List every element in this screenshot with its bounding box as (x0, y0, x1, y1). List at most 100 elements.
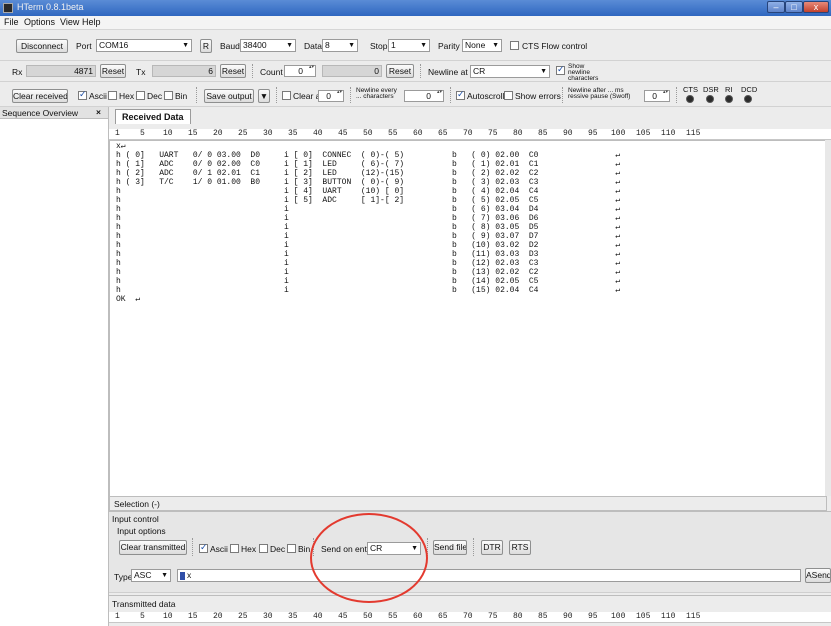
cts-label: CTS (683, 85, 698, 94)
stop-bits-select[interactable]: 1 ▼ (388, 39, 430, 52)
disconnect-button[interactable]: Disconnect (16, 39, 68, 53)
asend-button[interactable]: ASend (805, 568, 831, 583)
port-label: Port (76, 41, 92, 51)
dec-label: Dec (147, 91, 163, 101)
ruler-tick: 115 (686, 612, 701, 621)
clear-transmitted-button[interactable]: Clear transmitted (119, 540, 187, 555)
ruler-tick: 100 (611, 612, 626, 621)
maximize-button[interactable]: □ (785, 1, 803, 13)
clear-at-checkbox[interactable] (282, 91, 291, 100)
input-dec-checkbox[interactable] (259, 544, 268, 553)
received-scrollbar[interactable] (825, 140, 831, 496)
menu-help[interactable]: Help (82, 17, 101, 27)
autoscroll-checkbox[interactable] (456, 89, 465, 100)
input-ascii-label: Ascii (210, 544, 228, 554)
show-newline-checkbox[interactable] (556, 64, 565, 75)
received-line: OK ↵ (116, 295, 141, 304)
send-input[interactable]: x (177, 569, 801, 582)
received-line: x↵ (116, 142, 126, 151)
rts-button[interactable]: RTS (509, 540, 531, 555)
ruler-tick: 55 (388, 129, 398, 138)
menu-file[interactable]: File (4, 17, 19, 27)
separator (473, 538, 475, 556)
received-line: h i b (12) 02.03 C3 ↵ (116, 259, 621, 268)
input-hex-checkbox[interactable] (230, 544, 239, 553)
ruler-tick: 50 (363, 612, 373, 621)
received-line: h i b (15) 02.04 C4 ↵ (116, 286, 621, 295)
ruler-tick: 95 (588, 612, 598, 621)
menu-view[interactable]: View (60, 17, 79, 27)
bin-checkbox[interactable] (164, 91, 173, 100)
ascii-checkbox[interactable] (78, 89, 87, 100)
ruler-tick: 110 (661, 129, 676, 138)
close-icon[interactable]: × (96, 107, 101, 117)
ruler-tick: 1 (115, 129, 120, 138)
received-line: h i b ( 6) 03.04 D4 ↵ (116, 205, 621, 214)
chevron-down-icon: ▼ (420, 42, 427, 49)
send-file-button[interactable]: Send file (433, 540, 467, 555)
ruler-tick: 30 (263, 129, 273, 138)
save-output-menu-button[interactable]: ▼ (258, 89, 270, 103)
refresh-ports-button[interactable]: R (200, 39, 212, 53)
input-bin-label: Bin (298, 544, 311, 554)
chevron-down-icon: ▼ (259, 91, 269, 101)
ruler-tick: 85 (538, 612, 548, 621)
newline-after-spinner[interactable]: 0 (644, 90, 670, 102)
separator (676, 87, 678, 103)
baud-label: Baud (220, 41, 240, 51)
ruler-tick: 15 (188, 612, 198, 621)
minimize-button[interactable]: – (767, 1, 785, 13)
ruler-tick: 105 (636, 129, 651, 138)
close-button[interactable]: x (803, 1, 829, 13)
received-line: h ( 1] ADC 0/ 0 02.00 C0 i [ 1] LED ( 6)… (116, 160, 621, 169)
clear-at-spinner[interactable]: 0 (318, 90, 344, 102)
count-spinner[interactable]: 0 (284, 65, 316, 77)
ruler-tick: 10 (163, 129, 173, 138)
ruler-tick: 25 (238, 129, 248, 138)
ruler-tick: 85 (538, 129, 548, 138)
clear-received-button[interactable]: Clear received (12, 89, 68, 103)
port-select[interactable]: COM16 ▼ (96, 39, 192, 52)
cts-flow-checkbox[interactable] (510, 41, 519, 50)
counters-bar: Rx 4871 Reset Tx 6 Reset Count 0 0 Reset… (0, 61, 831, 82)
received-line: h ( 2] ADC 0/ 1 02.01 C1 i [ 2] LED (12)… (116, 169, 621, 178)
ruler-tick: 90 (563, 612, 573, 621)
ruler-tick: 5 (140, 612, 145, 621)
input-ascii-checkbox[interactable] (199, 542, 208, 553)
save-output-button[interactable]: Save output (204, 89, 254, 103)
dec-checkbox[interactable] (136, 91, 145, 100)
data-bits-select[interactable]: 8 ▼ (322, 39, 358, 52)
ri-label: RI (725, 85, 733, 94)
received-line: h ( 0] UART 0/ 0 03.00 D0 i [ 0] CONNEC … (116, 151, 621, 160)
title-bar: HTerm 0.8.1beta – □ x (0, 0, 831, 16)
chevron-down-icon: ▼ (492, 42, 499, 49)
tx-reset-button[interactable]: Reset (220, 64, 246, 78)
baud-select[interactable]: 38400 ▼ (240, 39, 296, 52)
ruler-tick: 45 (338, 129, 348, 138)
cts-flow-label: CTS Flow control (522, 41, 588, 51)
menu-options[interactable]: Options (24, 17, 55, 27)
received-line: h i [ 4] UART (10) [ 0] b ( 4) 02.04 C4 … (116, 187, 621, 196)
received-data-pane[interactable]: x↵ h ( 0] UART 0/ 0 03.00 D0 i [ 0] CONN… (109, 140, 827, 498)
rx-reset-button[interactable]: Reset (100, 64, 126, 78)
tx-counter: 6 (152, 65, 216, 77)
dtr-button[interactable]: DTR (481, 540, 503, 555)
parity-select[interactable]: None ▼ (462, 39, 502, 52)
newline-at-select[interactable]: CR ▼ (470, 65, 550, 78)
newline-every-spinner[interactable]: 0 (404, 90, 444, 102)
separator (350, 87, 352, 103)
type-select[interactable]: ASC ▼ (131, 569, 171, 582)
ruler-tick: 40 (313, 129, 323, 138)
hex-label: Hex (119, 91, 135, 101)
newline-every-label: Newline every ... characters (356, 87, 397, 100)
show-errors-checkbox[interactable] (504, 91, 513, 100)
type-label: Type (114, 572, 133, 582)
tab-received-data[interactable]: Received Data (115, 109, 191, 124)
separator (562, 87, 564, 103)
ruler-tick: 55 (388, 612, 398, 621)
ri-led-icon (725, 95, 733, 103)
rx-label: Rx (12, 67, 23, 77)
count-reset-button[interactable]: Reset (386, 64, 414, 78)
input-bin-checkbox[interactable] (287, 544, 296, 553)
hex-checkbox[interactable] (108, 91, 117, 100)
